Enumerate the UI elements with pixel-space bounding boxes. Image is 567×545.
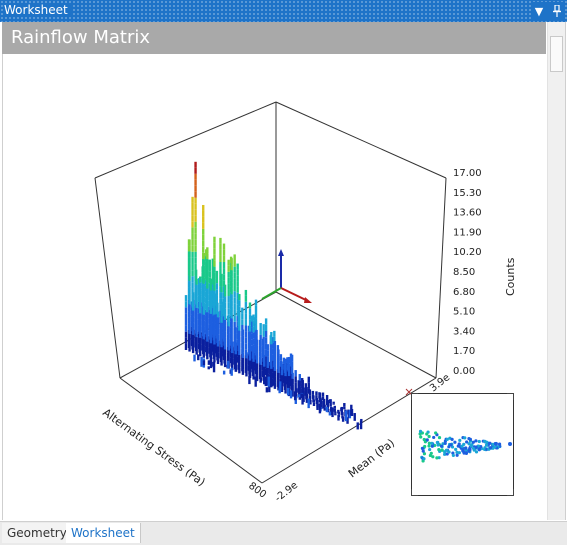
inset-point — [477, 439, 481, 444]
inset-point — [427, 434, 431, 439]
inset-point — [463, 436, 467, 440]
z-axis-tick-label: 0.00 — [453, 366, 475, 377]
inset-point — [467, 449, 471, 453]
inset-point — [435, 456, 439, 460]
inset-point — [451, 453, 455, 458]
inset-point — [425, 432, 429, 436]
inset-point — [444, 448, 449, 452]
chart-bounding-box — [94, 101, 447, 484]
z-axis-tick-label: 8.50 — [453, 267, 475, 278]
inset-point — [488, 446, 493, 450]
inset-point — [474, 445, 478, 449]
inset-scatter — [418, 429, 512, 463]
inset-point — [450, 437, 454, 441]
inset-point — [468, 437, 472, 441]
y-axis-start-tick: -2.9e — [273, 480, 300, 504]
z-axis-tick-label: 11.90 — [453, 227, 482, 238]
inset-point — [418, 429, 423, 434]
tab-geometry[interactable]: Geometry — [2, 523, 73, 543]
inset-point — [421, 449, 425, 453]
inset-point — [460, 444, 464, 448]
inset-point — [436, 443, 440, 447]
inset-point — [430, 444, 434, 448]
inset-point — [434, 431, 438, 435]
inset-point — [428, 453, 432, 458]
inset-point — [494, 442, 498, 446]
tab-worksheet[interactable]: Worksheet — [66, 523, 141, 543]
inset-point — [457, 442, 461, 446]
inset-point — [474, 439, 478, 443]
inset-point — [508, 442, 512, 446]
inset-point — [432, 435, 436, 440]
inset-point — [430, 441, 434, 445]
inset-point — [455, 450, 459, 454]
inset-point — [472, 448, 476, 452]
inset-point — [439, 444, 444, 448]
y-axis-label: Mean (Pa) — [346, 436, 397, 480]
chart-preview-inset[interactable] — [411, 393, 514, 496]
inset-point — [437, 435, 442, 440]
axis-triad — [261, 249, 312, 303]
inset-point — [427, 444, 431, 448]
inset-point — [464, 446, 468, 450]
z-axis-tick-label: 5.10 — [453, 307, 475, 318]
inset-point — [440, 448, 444, 452]
inset-point — [455, 453, 459, 457]
inset-point — [465, 440, 469, 444]
inset-point — [443, 441, 447, 446]
inset-point — [488, 441, 492, 445]
bottom-tab-bar: Geometry Worksheet — [0, 521, 567, 545]
inset-point — [425, 438, 429, 442]
z-axis-tick-label: 3.40 — [453, 326, 475, 337]
inset-point — [469, 444, 473, 448]
inset-point — [437, 448, 441, 452]
z-axis-tick-label: 17.00 — [453, 168, 482, 179]
z-axis-tick-label: 15.30 — [453, 188, 482, 199]
z-axis-tick-label: 13.60 — [453, 208, 482, 219]
inset-point — [428, 447, 432, 452]
inset-point — [491, 442, 495, 446]
inset-point — [447, 450, 451, 454]
inset-point — [454, 447, 458, 451]
z-axis-tick-label: 1.70 — [453, 346, 475, 357]
x-axis-label: Alternating Stress (Pa) — [100, 406, 207, 489]
inset-point — [447, 445, 451, 449]
inset-point — [422, 457, 426, 461]
inset-point — [483, 439, 487, 443]
z-axis-ticks: 17.00 15.30 13.60 11.90 10.20 8.50 6.80 5.10 3.4… — [453, 168, 482, 377]
inset-point — [458, 438, 462, 442]
z-axis-tick-label: 6.80 — [453, 287, 475, 298]
inset-point — [484, 443, 489, 447]
x-axis-end-tick: 800 — [246, 481, 268, 501]
inset-point — [463, 451, 467, 455]
inset-point — [420, 446, 425, 451]
z-axis-tick-label: 10.20 — [453, 247, 482, 258]
z-axis-label: Counts — [504, 257, 517, 296]
inset-point — [453, 440, 457, 444]
inset-point — [419, 435, 423, 439]
chart-bars — [184, 161, 363, 430]
